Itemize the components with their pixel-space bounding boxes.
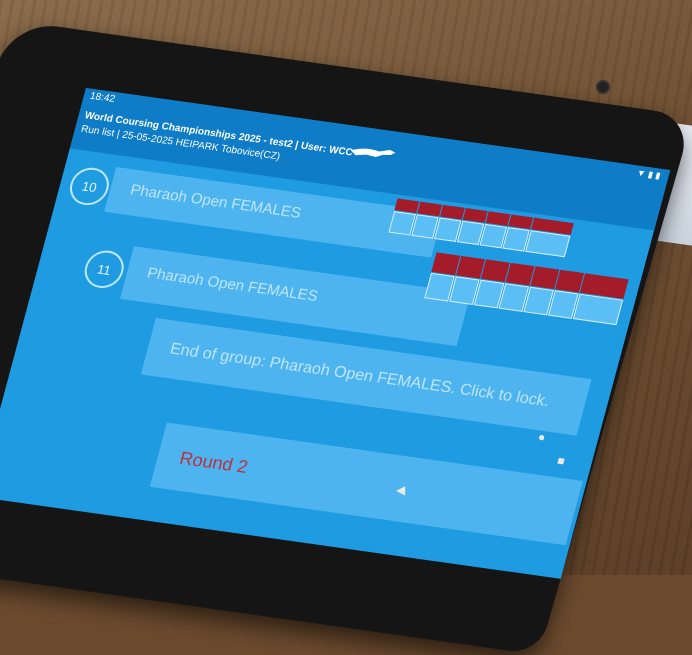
greyhound-logo-icon [350, 148, 396, 158]
status-indicators: ▼ ▮ ▮ [635, 167, 662, 181]
run-number: 11 [80, 248, 128, 291]
run-number: 10 [65, 165, 114, 208]
recent-apps-button[interactable]: ■ [556, 453, 567, 468]
back-button[interactable]: ◀ [396, 483, 405, 497]
run-label: Pharaoh Open FEMALES [128, 181, 303, 222]
group-end-lock-button[interactable]: End of group: Pharaoh Open FEMALES. Clic… [140, 317, 592, 436]
run-label: Pharaoh Open FEMALES [145, 264, 320, 306]
score-cell [572, 293, 624, 326]
round-header[interactable]: Round 2 [149, 422, 583, 546]
score-cell [525, 230, 571, 258]
tablet-screen: 18:42 ▼ ▮ ▮ World Coursing Championships… [0, 88, 671, 579]
home-button[interactable]: ● [538, 430, 545, 444]
status-time: 18:42 [88, 90, 117, 105]
camera-icon [596, 80, 610, 94]
